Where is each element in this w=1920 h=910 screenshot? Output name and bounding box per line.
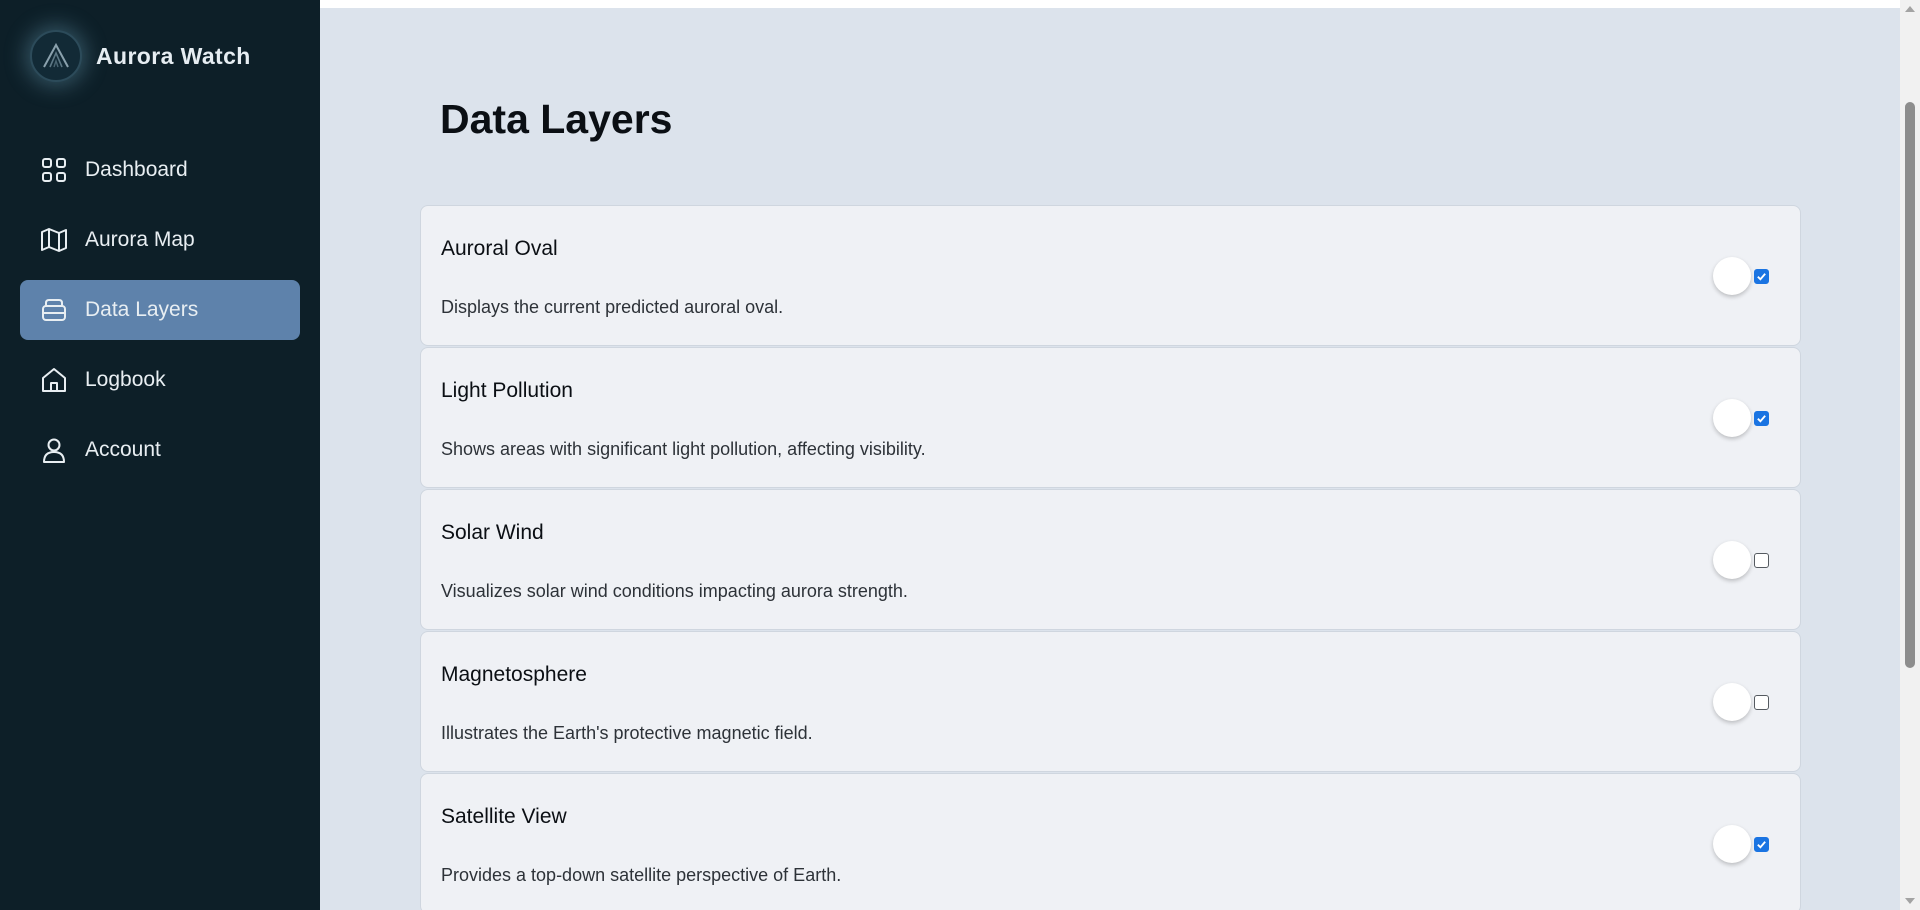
- sidebar-item-label: Logbook: [85, 368, 166, 391]
- sidebar-item-data-layers[interactable]: Data Layers: [20, 280, 300, 340]
- layer-card-light-pollution: Light Pollution Shows areas with signifi…: [420, 347, 1801, 488]
- sidebar-item-aurora-map[interactable]: Aurora Map: [20, 210, 300, 270]
- checkmark-icon: [1757, 841, 1766, 849]
- scroll-up-arrow-icon[interactable]: [1905, 6, 1915, 12]
- page-title: Data Layers: [440, 96, 673, 142]
- layer-card-satellite-view: Satellite View Provides a top-down satel…: [420, 773, 1801, 910]
- layer-description: Displays the current predicted auroral o…: [441, 297, 784, 317]
- scroll-down-arrow-icon[interactable]: [1905, 898, 1915, 904]
- layer-description: Illustrates the Earth's protective magne…: [441, 723, 813, 743]
- map-icon: [40, 226, 68, 254]
- layers-icon: [40, 296, 68, 324]
- dashboard-grid-icon: [40, 156, 68, 184]
- layer-checkbox[interactable]: [1754, 269, 1769, 284]
- layer-card-magnetosphere: Magnetosphere Illustrates the Earth's pr…: [420, 631, 1801, 772]
- layer-toggle-knob[interactable]: [1713, 825, 1751, 863]
- layer-description: Visualizes solar wind conditions impacti…: [441, 581, 908, 601]
- layer-toggle-knob[interactable]: [1713, 399, 1751, 437]
- layer-description: Shows areas with significant light pollu…: [441, 439, 926, 459]
- checkmark-icon: [1757, 415, 1766, 423]
- sidebar-item-logbook[interactable]: Logbook: [20, 350, 300, 410]
- sidebar-item-label: Dashboard: [85, 158, 188, 181]
- layer-checkbox[interactable]: [1754, 553, 1769, 568]
- layer-name: Satellite View: [441, 805, 567, 828]
- sidebar-item-dashboard[interactable]: Dashboard: [20, 140, 300, 200]
- layer-checkbox[interactable]: [1754, 411, 1769, 426]
- sidebar-item-account[interactable]: Account: [20, 420, 300, 480]
- layer-name: Auroral Oval: [441, 237, 558, 260]
- user-icon: [40, 436, 68, 464]
- layer-checkbox[interactable]: [1754, 695, 1769, 710]
- layer-toggle-knob[interactable]: [1713, 541, 1751, 579]
- layer-list: Auroral Oval Displays the current predic…: [420, 205, 1801, 910]
- home-icon: [40, 366, 68, 394]
- sidebar: Aurora Watch Dashboard Aurora Map Data L…: [0, 0, 320, 910]
- layer-toggle-knob[interactable]: [1713, 683, 1751, 721]
- layer-description: Provides a top-down satellite perspectiv…: [441, 865, 842, 885]
- brand[interactable]: Aurora Watch: [30, 30, 251, 82]
- layer-name: Solar Wind: [441, 521, 544, 544]
- checkmark-icon: [1757, 273, 1766, 281]
- layer-toggle-knob[interactable]: [1713, 257, 1751, 295]
- top-divider: [320, 0, 1900, 8]
- layer-card-solar-wind: Solar Wind Visualizes solar wind conditi…: [420, 489, 1801, 630]
- scrollbar-thumb[interactable]: [1905, 102, 1915, 668]
- layer-card-auroral-oval: Auroral Oval Displays the current predic…: [420, 205, 1801, 346]
- aurora-logo-icon: [30, 30, 82, 82]
- layer-checkbox[interactable]: [1754, 837, 1769, 852]
- sidebar-item-label: Aurora Map: [85, 228, 195, 251]
- sidebar-item-label: Data Layers: [85, 298, 199, 321]
- layer-name: Light Pollution: [441, 379, 573, 402]
- layer-name: Magnetosphere: [441, 663, 587, 686]
- app-name: Aurora Watch: [96, 42, 251, 69]
- scrollbar[interactable]: [1900, 0, 1920, 910]
- sidebar-item-label: Account: [85, 438, 161, 461]
- sidebar-nav: Dashboard Aurora Map Data Layers Logbook…: [20, 140, 300, 490]
